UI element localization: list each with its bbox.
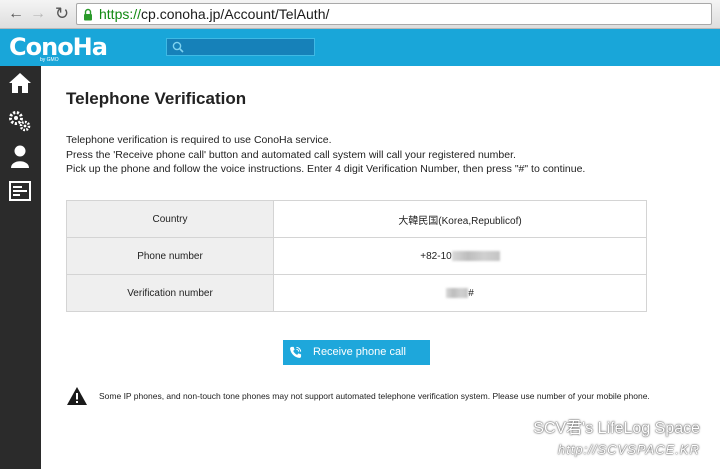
browser-toolbar: ← → ↻ https://cp.conoha.jp/Account/TelAu… xyxy=(0,0,720,29)
reload-icon[interactable]: ↻ xyxy=(52,4,72,24)
notice-text: Some IP phones, and non-touch tone phone… xyxy=(99,391,650,401)
user-icon xyxy=(11,145,29,168)
phone-number-value: +82-10 xyxy=(273,237,647,275)
url-text: https://cp.conoha.jp/Account/TelAuth/ xyxy=(99,6,330,22)
table-row: Country 大韓民国(Korea,Republicof) xyxy=(66,200,647,238)
home-icon xyxy=(9,73,31,93)
intro-line: Press the 'Receive phone call' button an… xyxy=(66,148,516,161)
sidebar-item-settings[interactable] xyxy=(0,104,41,140)
intro-text: Telephone verification is required to us… xyxy=(66,133,585,177)
watermark: SCV君's LifeLog Space http://SCVSPACE.KR xyxy=(533,414,700,457)
gears-icon xyxy=(9,111,31,132)
warning-icon xyxy=(67,387,87,405)
intro-line: Telephone verification is required to us… xyxy=(66,134,332,146)
phone-number-label: Phone number xyxy=(66,237,274,275)
forward-icon[interactable]: → xyxy=(28,4,48,24)
receive-phone-call-button[interactable]: Receive phone call xyxy=(283,340,430,365)
verification-number-label: Verification number xyxy=(66,274,274,312)
table-row: Verification number # xyxy=(66,274,647,312)
verification-number-value: # xyxy=(273,274,647,312)
watermark-url: http://SCVSPACE.KR xyxy=(557,442,700,457)
search-icon xyxy=(172,41,184,53)
phone-icon xyxy=(290,346,302,358)
country-value: 大韓民国(Korea,Republicof) xyxy=(273,200,647,238)
sidebar-item-console[interactable] xyxy=(0,174,41,210)
address-bar[interactable]: https://cp.conoha.jp/Account/TelAuth/ xyxy=(76,3,712,25)
sidebar-item-account[interactable] xyxy=(0,139,41,175)
redacted-number xyxy=(451,250,500,261)
sidebar xyxy=(0,66,41,469)
receive-phone-call-label: Receive phone call xyxy=(313,346,406,358)
logo-subtext: by GMO xyxy=(40,57,59,63)
verification-table: Country 大韓民国(Korea,Republicof) Phone num… xyxy=(66,200,647,312)
page-title: Telephone Verification xyxy=(66,89,247,108)
search-input[interactable] xyxy=(166,38,315,56)
intro-line: Pick up the phone and follow the voice i… xyxy=(66,163,586,175)
app-header: ConoHa by GMO xyxy=(0,29,720,66)
sidebar-item-home[interactable] xyxy=(0,66,41,102)
table-row: Phone number +82-10 xyxy=(66,237,647,275)
country-label: Country xyxy=(66,200,274,238)
console-icon xyxy=(9,181,31,201)
main-content: Telephone Verification Telephone verific… xyxy=(41,66,720,469)
phone-number-text: +82-10 xyxy=(420,250,452,262)
back-icon[interactable]: ← xyxy=(6,4,26,24)
redacted-code xyxy=(446,287,469,298)
verification-number-text: # xyxy=(468,287,474,299)
lock-icon xyxy=(84,8,92,21)
watermark-title: SCV君's LifeLog Space xyxy=(533,420,700,437)
